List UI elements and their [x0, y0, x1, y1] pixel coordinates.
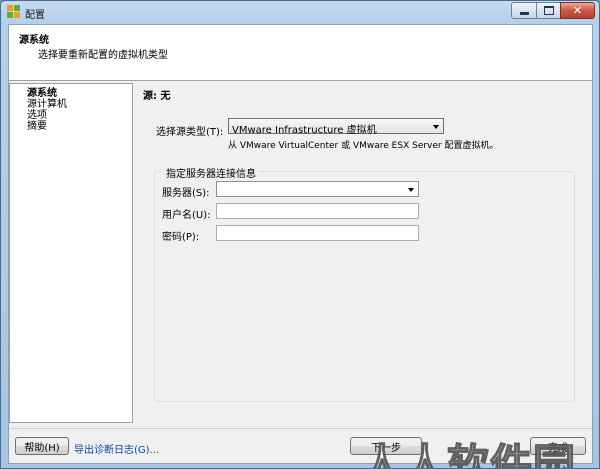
chevron-down-icon: [408, 188, 414, 192]
page-subtitle: 选择要重新配置的虚拟机类型: [38, 50, 168, 61]
footer-divider: [9, 428, 592, 429]
username-field[interactable]: [216, 203, 419, 219]
source-status: 源: 无: [143, 91, 171, 102]
password-field[interactable]: [216, 225, 419, 241]
minimize-icon: [519, 12, 529, 15]
chevron-down-icon: [433, 125, 439, 129]
title-bar[interactable]: 配置 ✕: [1, 1, 599, 23]
wizard-steps-sidebar: 源系统 源计算机 选项 摘要: [9, 83, 133, 423]
source-type-hint: 从 VMware VirtualCenter 或 VMware ESX Serv…: [228, 141, 499, 151]
password-label: 密码(P):: [162, 232, 200, 243]
server-label: 服务器(S):: [162, 188, 210, 199]
maximize-icon: [543, 6, 554, 15]
configure-window: 配置 ✕ 源系统 选择要重新配置的虚拟机类型 源系统 源计算机 选项 摘要 源:…: [0, 0, 600, 469]
page-title: 源系统: [19, 35, 49, 46]
wizard-header: 源系统 选择要重新配置的虚拟机类型: [9, 25, 592, 81]
close-icon: ✕: [572, 4, 583, 17]
sidebar-item-summary[interactable]: 摘要: [27, 121, 47, 133]
source-type-label: 选择源类型(T):: [156, 127, 224, 138]
minimize-button[interactable]: [511, 2, 537, 19]
watermark-text: 人人软件园: [360, 439, 577, 469]
maximize-button[interactable]: [536, 2, 561, 19]
username-label: 用户名(U):: [162, 210, 211, 221]
window-title: 配置: [25, 10, 45, 21]
app-icon: [7, 5, 20, 18]
connection-group-title: 指定服务器连接信息: [163, 165, 259, 180]
help-button[interactable]: 帮助(H): [15, 437, 69, 455]
dialog-client-area: 源系统 选择要重新配置的虚拟机类型 源系统 源计算机 选项 摘要 源: 无 选择…: [8, 24, 593, 468]
export-diagnostic-log-link[interactable]: 导出诊断日志(G)...: [74, 441, 159, 456]
close-button[interactable]: ✕: [560, 2, 595, 19]
server-combobox[interactable]: [216, 181, 419, 197]
source-type-value: VMware Infrastructure 虚拟机: [232, 125, 377, 136]
source-type-select[interactable]: VMware Infrastructure 虚拟机: [228, 118, 444, 136]
